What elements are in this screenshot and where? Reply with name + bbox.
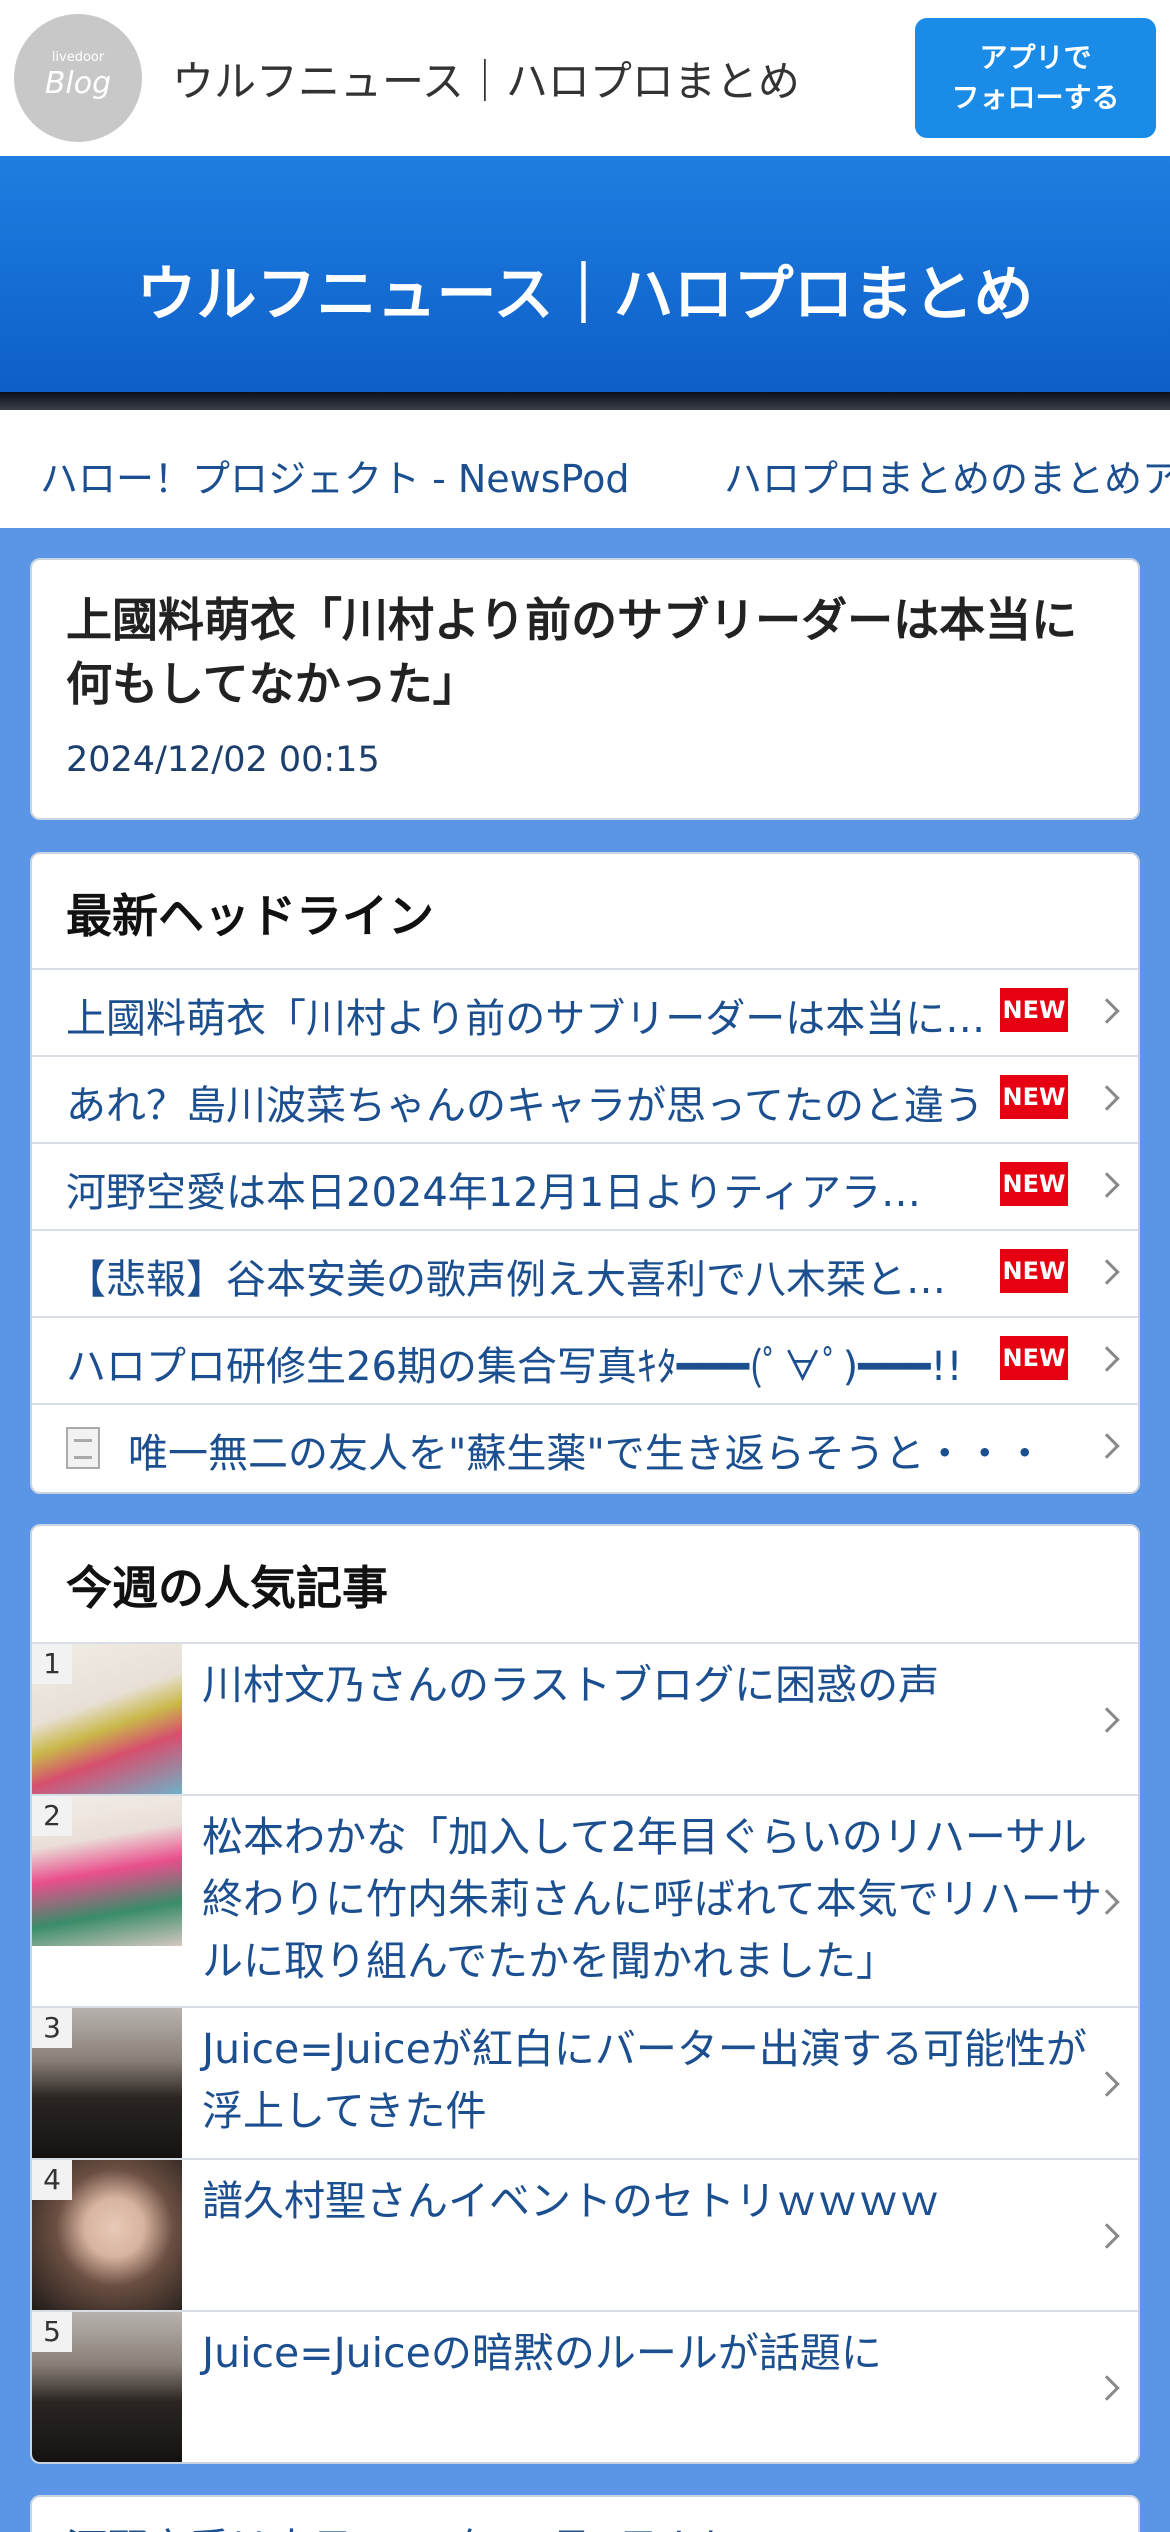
chevron-right-icon — [1094, 1346, 1120, 1372]
popular-articles-card: 今週の人気記事 1 川村文乃さんのラストブログに困惑の声 2 松本わかな「加入し… — [30, 1524, 1140, 2464]
popular-item[interactable]: 2 松本わかな「加入して2年目ぐらいのリハーサル終わりに竹内朱莉さんに呼ばれて本… — [32, 1794, 1138, 2006]
new-badge: NEW — [1000, 1162, 1068, 1206]
next-article-text: 河野空愛は本日2024年12月1日よりティアラモン — [66, 2515, 983, 2532]
article-card: 上國料萌衣「川村より前のサブリーダーは本当に何もしてなかった」 2024/12/… — [30, 558, 1140, 820]
rank-badge: 3 — [32, 2008, 72, 2048]
next-article-card[interactable]: 河野空愛は本日2024年12月1日よりティアラモン — [30, 2495, 1140, 2532]
headline-item[interactable]: 唯一無二の友人を"蘇生薬"で生き返らそうと・・・ — [32, 1403, 1138, 1490]
headline-text: あれ？島川波菜ちゃんのキャラが思ってたのと違う — [66, 1083, 984, 1129]
popular-item-text: 松本わかな「加入して2年目ぐらいのリハーサル終わりに竹内朱莉さんに呼ばれて本気で… — [202, 1813, 1102, 1985]
headline-item[interactable]: 上國料萌衣「川村より前のサブリーダーは本当に何もしてなかった」 NEW — [32, 968, 1138, 1055]
popular-item-text: 譜久村聖さんイベントのセトリｗｗｗｗ — [202, 2177, 940, 2225]
follow-button-line2: フォローする — [951, 81, 1120, 114]
new-badge: NEW — [1000, 1075, 1068, 1119]
popular-item-text: Juice=Juiceの暗黙のルールが話題に — [202, 2329, 882, 2377]
chevron-right-icon — [1094, 998, 1120, 1024]
site-name[interactable]: ウルフニュース｜ハロプロまとめ — [172, 48, 800, 109]
latest-headlines-card: 最新ヘッドライン 上國料萌衣「川村より前のサブリーダーは本当に何もしてなかった」… — [30, 852, 1140, 1494]
livedoor-blog-logo[interactable]: livedoor Blog — [14, 14, 142, 142]
headline-item[interactable]: 【悲報】谷本安美の歌声例え大喜利で八木栞と… NEW — [32, 1229, 1138, 1316]
chevron-right-icon — [1094, 1085, 1120, 1111]
popular-item[interactable]: 5 Juice=Juiceの暗黙のルールが話題に — [32, 2310, 1138, 2462]
popular-item[interactable]: 4 譜久村聖さんイベントのセトリｗｗｗｗ — [32, 2158, 1138, 2310]
headline-item[interactable]: あれ？島川波菜ちゃんのキャラが思ってたのと違う NEW — [32, 1055, 1138, 1142]
popular-item[interactable]: 1 川村文乃さんのラストブログに困惑の声 — [32, 1642, 1138, 1794]
top-bar: livedoor Blog ウルフニュース｜ハロプロまとめ アプリで フォローす… — [0, 0, 1170, 156]
rank-badge: 2 — [32, 1796, 72, 1836]
popular-title: 今週の人気記事 — [66, 1561, 388, 1615]
link-newspod[interactable]: ハロー！プロジェクト - NewsPod — [40, 448, 629, 503]
logo-small-text: livedoor — [51, 50, 105, 65]
chevron-right-icon — [1094, 1259, 1120, 1285]
rank-badge: 1 — [32, 1644, 72, 1684]
article-date: 2024/12/02 00:15 — [66, 740, 380, 780]
rank-badge: 5 — [32, 2312, 72, 2352]
chevron-right-icon — [1094, 1433, 1120, 1459]
follow-button-line1: アプリで — [979, 41, 1092, 74]
link-bar: ハロー！プロジェクト - NewsPod ハロプロまとめのまとめア — [0, 410, 1170, 528]
new-badge: NEW — [1000, 1336, 1068, 1380]
article-title: 上國料萌衣「川村より前のサブリーダーは本当に何もしてなかった」 — [66, 593, 1078, 711]
popular-item-text: 川村文乃さんのラストブログに困惑の声 — [202, 1661, 940, 1709]
blog-banner[interactable]: ウルフニュース｜ハロプロまとめ — [0, 156, 1170, 392]
headline-text: ハロプロ研修生26期の集合写真ｷﾀ━━━(ﾟ∀ﾟ)━━━!! — [66, 1344, 963, 1390]
popular-item[interactable]: 3 Juice=Juiceが紅白にバーター出演する可能性が浮上してきた件 — [32, 2006, 1138, 2158]
popular-item-text: Juice=Juiceが紅白にバーター出演する可能性が浮上してきた件 — [202, 2025, 1087, 2135]
chevron-right-icon — [1094, 1172, 1120, 1198]
rank-badge: 4 — [32, 2160, 72, 2200]
banner-divider — [0, 392, 1170, 410]
link-matome[interactable]: ハロプロまとめのまとめア — [724, 448, 1170, 503]
headlines-title: 最新ヘッドライン — [66, 889, 434, 943]
logo-big-text: Blog — [44, 66, 112, 101]
document-icon — [66, 1427, 100, 1469]
headline-text: 河野空愛は本日2024年12月1日よりティアラ… — [66, 1170, 921, 1216]
headline-text: 上國料萌衣「川村より前のサブリーダーは本当に何もしてなかった」 — [66, 996, 991, 1042]
follow-in-app-button[interactable]: アプリで フォローする — [915, 18, 1156, 138]
headline-text: 唯一無二の友人を"蘇生薬"で生き返らそうと・・・ — [128, 1431, 1045, 1477]
headline-text: 【悲報】谷本安美の歌声例え大喜利で八木栞と… — [66, 1257, 946, 1303]
new-badge: NEW — [1000, 988, 1068, 1032]
headline-item[interactable]: ハロプロ研修生26期の集合写真ｷﾀ━━━(ﾟ∀ﾟ)━━━!! NEW — [32, 1316, 1138, 1403]
headline-item[interactable]: 河野空愛は本日2024年12月1日よりティアラ… NEW — [32, 1142, 1138, 1229]
new-badge: NEW — [1000, 1249, 1068, 1293]
banner-title: ウルフニュース｜ハロプロまとめ — [136, 260, 1034, 330]
